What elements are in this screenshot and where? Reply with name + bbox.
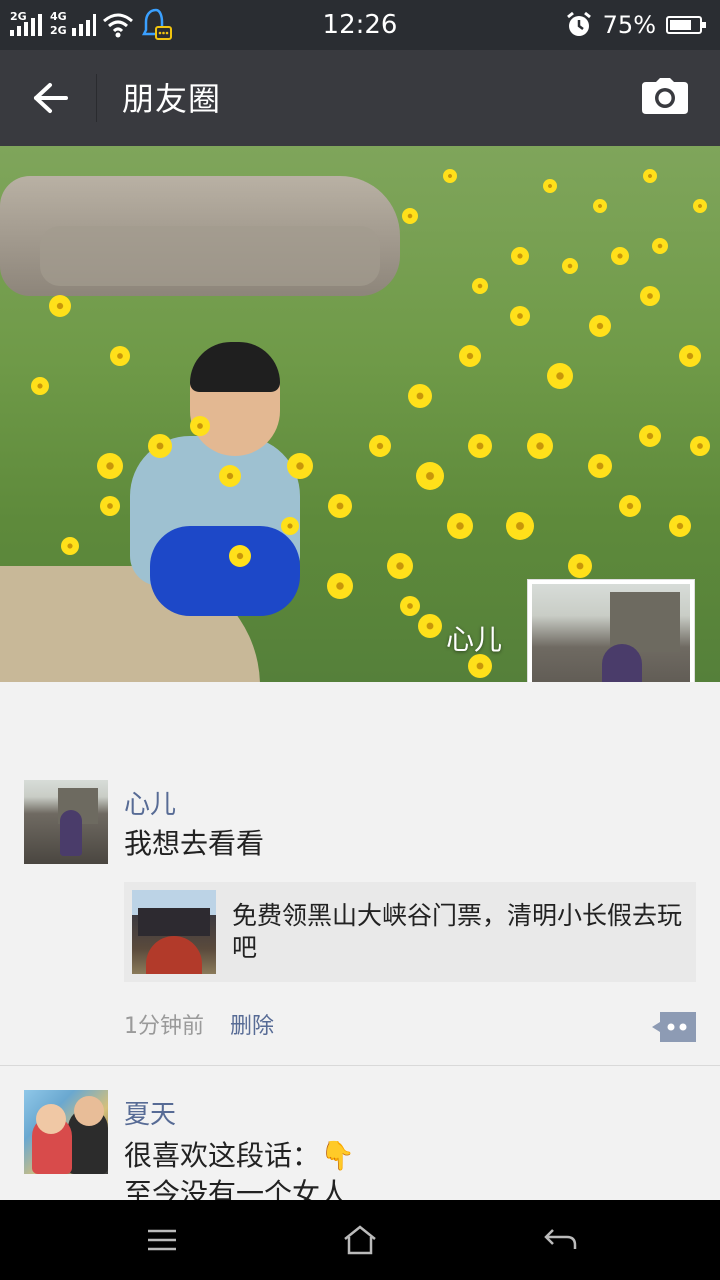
alarm-icon <box>566 11 591 36</box>
back-button[interactable] <box>22 72 78 124</box>
avatar-photo <box>24 780 108 864</box>
status-right-group: 75% <box>565 10 706 40</box>
avatar-photo <box>36 1104 66 1134</box>
flower <box>287 453 313 479</box>
back-icon <box>544 1229 577 1249</box>
avatar-photo <box>74 1096 104 1126</box>
flower <box>619 495 641 517</box>
battery-percent: 75% <box>602 11 656 39</box>
post-avatar[interactable] <box>24 1090 108 1174</box>
delete-button[interactable]: 删除 <box>230 1008 274 1040</box>
cover-child <box>150 526 300 616</box>
flower <box>511 247 529 265</box>
flower <box>416 462 444 490</box>
flower <box>468 434 492 458</box>
flower <box>593 199 607 213</box>
flower <box>408 384 432 408</box>
avatar-photo <box>60 810 82 856</box>
flower <box>447 513 473 539</box>
shared-link-thumbnail <box>146 936 202 974</box>
shared-link-thumbnail <box>138 908 210 936</box>
flower <box>693 199 707 213</box>
cover-child <box>190 342 280 392</box>
flower <box>510 306 530 326</box>
flower <box>100 496 120 516</box>
cover-username: 心儿 <box>445 623 502 656</box>
flower <box>402 208 418 224</box>
status-bar: 2G 4G 2G 12:26 75% <box>0 0 720 50</box>
comment-icon <box>652 1012 696 1042</box>
flower <box>387 553 413 579</box>
flower <box>110 346 130 366</box>
header-divider <box>96 74 97 122</box>
flower <box>568 554 592 578</box>
flower <box>589 315 611 337</box>
flower <box>639 425 661 447</box>
flower <box>472 278 488 294</box>
battery-fill <box>670 20 691 30</box>
flower <box>643 169 657 183</box>
flower <box>31 377 49 395</box>
post-timestamp: 1分钟前 <box>124 1014 204 1039</box>
flower <box>547 363 573 389</box>
flower <box>669 515 691 537</box>
post-text: 很喜欢这段话：👇 <box>124 1139 355 1172</box>
flower <box>328 494 352 518</box>
menu-button[interactable] <box>132 1220 192 1260</box>
post-avatar[interactable] <box>24 780 108 864</box>
home-icon <box>344 1225 376 1255</box>
flower <box>611 247 629 265</box>
shared-link-title: 免费领黑山大峡谷门票，清明小长假去玩吧 <box>232 901 683 962</box>
moment-post: 夏天 很喜欢这段话：👇 至今没有一个女人 <box>0 1090 720 1200</box>
flower <box>588 454 612 478</box>
flower <box>61 537 79 555</box>
comment-button[interactable] <box>652 1012 696 1042</box>
shared-link-thumbnail <box>132 890 216 974</box>
post-text: 我想去看看 <box>124 827 265 860</box>
menu-icon <box>148 1229 176 1251</box>
avatar-photo <box>610 592 680 652</box>
camera-icon <box>642 78 688 114</box>
flower <box>527 433 553 459</box>
flower <box>369 435 391 457</box>
system-nav-bar <box>0 1200 720 1280</box>
post-divider <box>0 1065 720 1066</box>
arrow-left-icon <box>34 83 68 113</box>
flower <box>443 169 457 183</box>
flower <box>690 436 710 456</box>
shared-link-card[interactable]: 免费领黑山大峡谷门票，清明小长假去玩吧 <box>124 882 696 982</box>
page-title: 朋友圈 <box>122 80 222 118</box>
top-app-bar: 朋友圈 <box>0 50 720 146</box>
flower <box>506 512 534 540</box>
post-author[interactable]: 夏天 <box>124 1094 176 1131</box>
battery-icon <box>666 16 706 34</box>
flower <box>543 179 557 193</box>
flower <box>190 416 210 436</box>
flower <box>459 345 481 367</box>
flower <box>281 517 299 535</box>
flower <box>219 465 241 487</box>
flower <box>640 286 660 306</box>
camera-button[interactable] <box>642 78 692 118</box>
flower <box>327 573 353 599</box>
post-author[interactable]: 心儿 <box>124 784 176 821</box>
home-button[interactable] <box>330 1220 390 1260</box>
moments-feed: 心儿 我想去看看 免费领黑山大峡谷门票，清明小长假去玩吧 1分钟前 删除 夏天 <box>0 682 720 1200</box>
flower <box>652 238 668 254</box>
flower <box>679 345 701 367</box>
flower <box>148 434 172 458</box>
cover-rock <box>40 226 380 286</box>
flower <box>49 295 71 317</box>
flower <box>562 258 578 274</box>
flower <box>400 596 420 616</box>
flower <box>229 545 251 567</box>
flower <box>97 453 123 479</box>
post-text: 至今没有一个女人 <box>124 1177 349 1200</box>
flower <box>418 614 442 638</box>
back-nav-button[interactable] <box>530 1220 590 1260</box>
moment-post: 心儿 我想去看看 免费领黑山大峡谷门票，清明小长假去玩吧 1分钟前 删除 <box>0 780 720 1065</box>
